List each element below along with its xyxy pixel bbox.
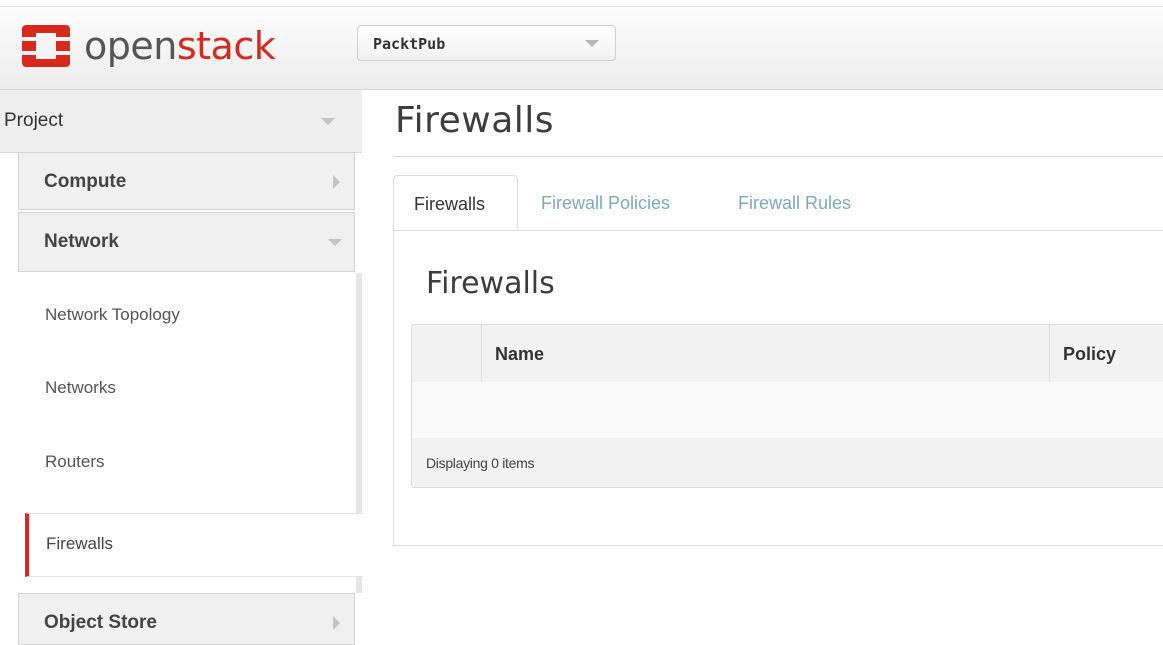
sidebar-item-label: Networks xyxy=(45,378,116,397)
panel-title: Firewalls xyxy=(426,266,555,301)
tab-bar: Firewalls Firewall Policies Firewall Rul… xyxy=(393,175,1163,231)
sidebar-group-label: Compute xyxy=(44,171,127,192)
item-count: Displaying 0 items xyxy=(426,455,535,471)
sidebar-item-routers[interactable]: Routers xyxy=(25,432,356,492)
table-header: Name Policy xyxy=(412,325,1163,383)
openstack-logo[interactable]: openstack xyxy=(20,21,276,71)
sidebar-item-label: Firewalls xyxy=(46,534,114,553)
tab-firewalls[interactable]: Firewalls xyxy=(393,175,518,230)
column-header-label: Policy xyxy=(1063,344,1117,364)
tab-firewall-rules[interactable]: Firewall Rules xyxy=(738,175,878,230)
openstack-logo-icon xyxy=(20,23,72,69)
column-header-policy[interactable]: Policy xyxy=(1049,325,1163,382)
tab-label: Firewalls xyxy=(414,194,486,214)
title-divider xyxy=(393,156,1163,157)
sidebar-item-network-topology[interactable]: Network Topology xyxy=(25,285,356,345)
sidebar-item-label: Network Topology xyxy=(45,305,180,324)
chevron-right-icon xyxy=(333,616,340,630)
chevron-down-icon xyxy=(328,239,342,246)
sidebar-group-object-store[interactable]: Object Store xyxy=(18,593,355,645)
sidebar-group-network[interactable]: Network xyxy=(18,212,355,272)
column-header-name[interactable]: Name xyxy=(481,325,1049,382)
top-header: openstack PacktPub xyxy=(0,7,1163,90)
select-all-column-header[interactable] xyxy=(412,325,481,382)
sidebar-network-list: Network Topology Networks Routers Firewa… xyxy=(25,273,363,593)
sidebar-section-project[interactable]: Project xyxy=(0,90,362,153)
sidebar-item-firewalls[interactable]: Firewalls xyxy=(25,513,363,577)
table-footer: Displaying 0 items xyxy=(412,438,1163,487)
chevron-down-icon xyxy=(321,118,335,125)
sidebar-group-compute[interactable]: Compute xyxy=(18,152,355,210)
sidebar-group-label: Network xyxy=(44,231,119,252)
logo-word-stack: stack xyxy=(176,24,276,68)
column-header-label: Name xyxy=(495,344,545,364)
chevron-down-icon xyxy=(585,40,599,47)
tab-panel-firewalls: Firewalls Name Policy Displaying 0 items xyxy=(393,230,1163,546)
sidebar: Project Compute Network Network Topology… xyxy=(0,90,363,645)
tab-label: Firewall Policies xyxy=(541,193,671,213)
chevron-right-icon xyxy=(333,175,340,189)
project-selector-value: PacktPub xyxy=(373,35,446,53)
project-selector[interactable]: PacktPub xyxy=(357,25,616,61)
tab-firewall-policies[interactable]: Firewall Policies xyxy=(541,175,701,230)
top-border xyxy=(0,0,1163,7)
sidebar-item-networks[interactable]: Networks xyxy=(25,358,356,418)
sidebar-section-label: Project xyxy=(4,110,64,131)
table-body-empty xyxy=(412,382,1163,439)
sidebar-item-label: Routers xyxy=(45,452,105,471)
sidebar-group-label: Object Store xyxy=(44,612,157,633)
tab-label: Firewall Rules xyxy=(738,193,852,213)
logo-wordmark: openstack xyxy=(84,24,276,68)
main-content: Firewalls Firewalls Firewall Policies Fi… xyxy=(393,90,1163,636)
logo-word-open: open xyxy=(84,24,177,68)
firewalls-table: Name Policy Displaying 0 items xyxy=(411,324,1163,488)
page-title: Firewalls xyxy=(395,100,555,141)
